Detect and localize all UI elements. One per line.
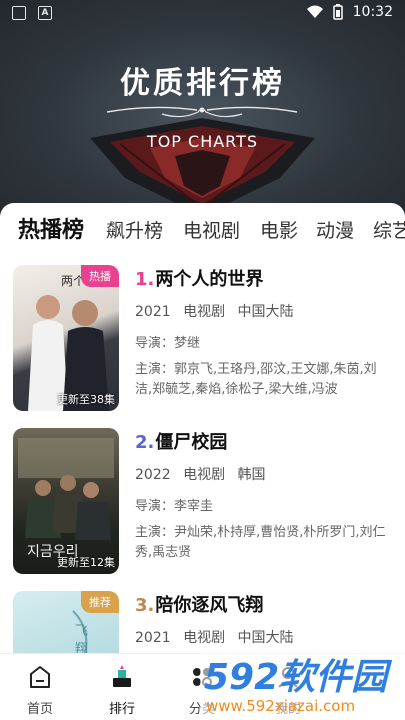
poster-art: 지금우리: [18, 438, 114, 560]
item-title[interactable]: 陪你逐风飞翔: [155, 591, 263, 617]
poster-image[interactable]: 两个人 热播 更新至38集: [13, 265, 119, 411]
genre: 电视剧: [183, 467, 226, 483]
list-item[interactable]: 两个人 热播 更新至38集 1. 两个人的世界 2021 电视剧 中国大陆 导演…: [0, 265, 405, 415]
clock: 10:32: [352, 4, 393, 20]
battery-icon: [332, 4, 343, 20]
item-title[interactable]: 两个人的世界: [155, 265, 263, 291]
ranking-sheet: 热播榜 飙升榜 电视剧 电影 动漫 综艺 两个人 热播 更新至38集 1. 两个…: [0, 203, 405, 653]
meta-info: 2021 电视剧 中国大陆: [135, 627, 390, 647]
cast: 主演：尹灿荣,朴持厚,曹怡贤,朴所罗门,刘仁秀,禹志贤: [135, 525, 386, 560]
episode-update: 更新至38集: [57, 393, 115, 406]
rank-number: 3.: [135, 595, 155, 616]
region: 中国大陆: [237, 630, 294, 646]
director: 导演：梦继: [135, 336, 201, 351]
status-bar: A 10:32: [0, 0, 405, 28]
status-badge: 热播: [81, 265, 119, 287]
list-item[interactable]: 飞 翔 推荐 3. 陪你逐风飞翔 2021 电视剧 中国大陆: [0, 591, 405, 653]
rank-number: 1.: [135, 269, 155, 290]
poster-image[interactable]: 지금우리 更新至12集: [13, 428, 119, 574]
category-tabs: 热播榜 飙升榜 电视剧 电影 动漫 综艺: [0, 213, 405, 249]
genre: 电视剧: [183, 630, 226, 646]
region: 韩国: [237, 467, 266, 483]
banner-subtitle: TOP CHARTS: [146, 132, 259, 151]
tab-movies[interactable]: 电影: [260, 213, 298, 249]
home-icon: [30, 666, 50, 688]
poster-image[interactable]: 飞 翔 推荐: [13, 591, 119, 653]
nav-label: 排行: [108, 702, 135, 717]
nav-label: 首页: [26, 702, 53, 717]
banner-title: 优质排行榜: [120, 66, 285, 101]
item-title[interactable]: 僵尸校园: [155, 428, 227, 454]
tab-hot[interactable]: 热播榜: [18, 213, 84, 249]
cast: 主演：郭京飞,王珞丹,邵汶,王文娜,朱茵,刘洁,郑毓芝,秦焰,徐松子,梁大维,冯…: [135, 362, 377, 397]
trophy-icon: [113, 665, 131, 687]
nav-ranking[interactable]: 排行: [92, 662, 152, 717]
tab-tv-series[interactable]: 电视剧: [183, 213, 240, 249]
meta-info: 2021 电视剧 中国大陆: [135, 301, 390, 321]
tab-variety[interactable]: 综艺: [373, 213, 405, 249]
app-notification-icon: A: [38, 6, 52, 20]
nav-home[interactable]: 首页: [10, 662, 70, 717]
genre: 电视剧: [183, 304, 226, 320]
site-watermark: 592软件园 www.592xiazai.com: [200, 645, 405, 720]
svg-text:飞: 飞: [75, 624, 88, 639]
svg-text:翔: 翔: [75, 642, 88, 653]
top-charts-banner: 优质排行榜 TOP CHARTS: [0, 0, 405, 215]
year: 2021: [135, 630, 171, 646]
episode-update: 更新至12集: [57, 556, 115, 569]
meta-info: 2022 电视剧 韩国: [135, 464, 390, 484]
year: 2021: [135, 304, 171, 320]
watermark-brand: 592软件园: [204, 657, 392, 698]
region: 中国大陆: [237, 304, 294, 320]
year: 2022: [135, 467, 171, 483]
tab-anime[interactable]: 动漫: [316, 213, 354, 249]
notification-icon: [12, 6, 26, 20]
status-badge: 推荐: [81, 591, 119, 613]
tab-rising[interactable]: 飙升榜: [106, 213, 163, 249]
throne-graphic: [90, 118, 315, 215]
director: 导演：李宰圭: [135, 499, 214, 514]
watermark-url: www.592xiazai.com: [206, 697, 355, 715]
wifi-icon: [306, 5, 323, 18]
list-item[interactable]: 지금우리 更新至12集 2. 僵尸校园 2022 电视剧 韩国 导演：李宰圭 主…: [0, 428, 405, 578]
rank-number: 2.: [135, 432, 155, 453]
